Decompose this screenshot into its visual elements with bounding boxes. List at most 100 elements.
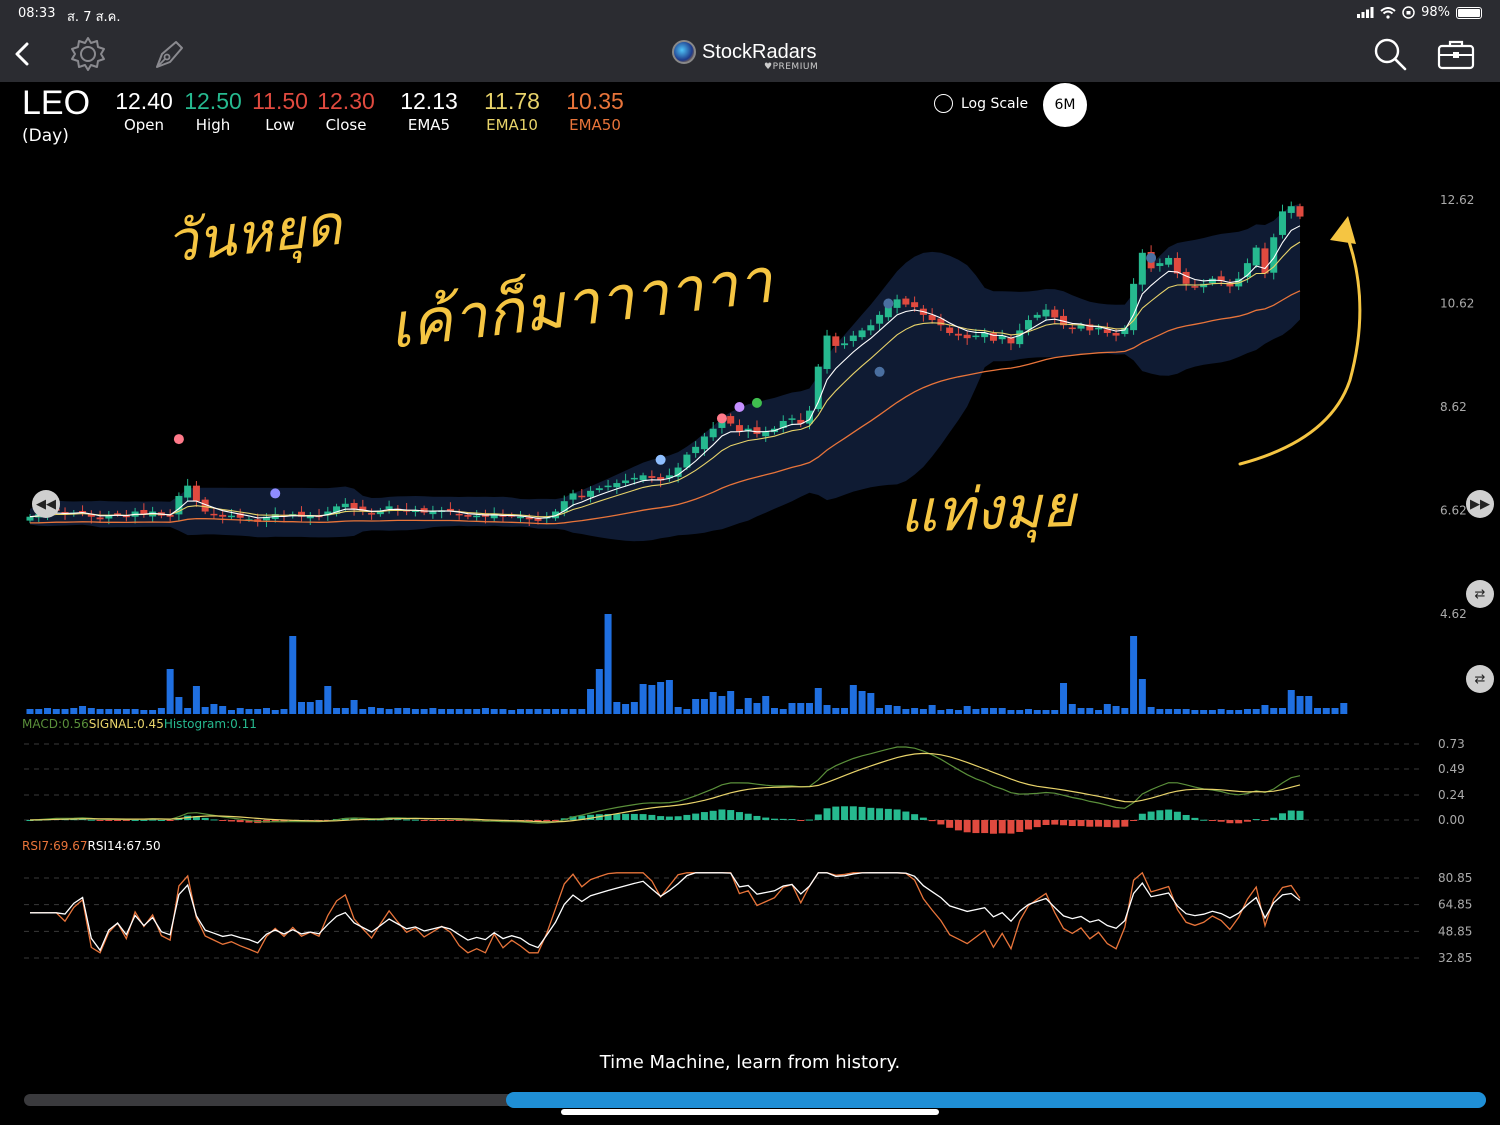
rsi-axis-label: 80.85 [1438,871,1472,885]
candle-body [639,475,647,481]
volume-bar [385,709,393,714]
macd-histogram-bar [867,807,875,820]
macd-histogram-bar [692,813,700,820]
candle-body [26,516,34,521]
quote-ema50: 10.35 EMA50 [560,88,630,134]
volume-bar [306,702,314,714]
volume-bar [254,709,262,714]
volume-bar [280,709,288,714]
candle-body [210,513,218,516]
volume-bar [1182,709,1190,714]
volume-bar [1130,636,1138,714]
macd-histogram-bar [1252,819,1260,821]
price-axis-label: 8.62 [1440,400,1467,414]
search-icon [1374,38,1407,71]
volume-bar [1243,709,1251,714]
settings-button[interactable] [68,34,108,74]
volume-bar [1156,709,1164,714]
volume-bar [227,710,235,714]
candle-body [1287,206,1295,213]
volume-bar [1252,709,1260,714]
macd-histogram-bar [1173,811,1181,820]
volume-bar [26,709,34,714]
macd-histogram-bar [438,820,446,821]
candle-body [1252,247,1260,266]
macd-histogram-bar [1130,820,1138,821]
volume-bar [1305,696,1313,714]
annotation-candle: แท่งมุย [898,472,1081,548]
volume-bar [1173,709,1181,714]
macd-histogram-bar [227,820,235,822]
macd-histogram-bar [1051,820,1059,825]
volume-bar [1208,710,1216,714]
macd-line [29,746,1301,824]
scroll-forward-button[interactable]: ▶▶ [1466,490,1494,518]
volume-bar [35,709,43,714]
quote-label: EMA5 [407,116,451,134]
fast-forward-icon: ▶▶ [1470,496,1490,512]
swap-indicator-button-2[interactable]: ⇄ [1466,665,1494,693]
volume-bar [1322,708,1330,714]
volume-bar [403,708,411,714]
macd-histogram-bar [709,810,717,820]
volume-bar [262,708,270,714]
briefcase-icon [1437,40,1475,70]
volume-bar [1331,708,1339,714]
volume-bar [613,702,621,714]
macd-histogram-bar [446,820,454,821]
macd-histogram-bar [1016,820,1024,832]
draw-tool-button[interactable] [150,34,190,74]
candle-body [727,416,735,424]
macd-histogram-bar [648,814,656,820]
stock-chart[interactable]: 12.62 10.62 8.62 6.62 4.62 0.73 0.49 0.24 0.00 80… [0,150,1500,1030]
portfolio-button[interactable] [1436,34,1476,74]
macd-histogram-bar [902,811,910,820]
status-right: 98% [1357,5,1482,20]
volume-bar [61,709,69,714]
volume-bar [1235,710,1243,714]
volume-bar [438,709,446,714]
candle-body [1051,309,1059,318]
candle-body [867,325,875,331]
price-axis-label: 6.62 [1440,504,1467,518]
candle-body [841,343,849,346]
macd-histogram-bar [911,814,919,820]
rsi7-value: RSI7:69.67 [22,839,88,853]
macd-histogram-bar [893,809,901,820]
volume-bar [876,708,884,714]
timeline-scroll-thumb[interactable] [506,1092,1486,1108]
search-button[interactable] [1370,34,1410,74]
volume-bar [122,709,130,714]
candle-body [1016,330,1024,345]
volume-bar [954,710,962,714]
macd-histogram-bar [989,820,997,834]
macd-histogram-bar [727,810,735,820]
swap-indicator-button[interactable]: ⇄ [1466,580,1494,608]
back-button[interactable] [2,34,42,74]
volume-bar [1121,708,1129,714]
volume-bar [1016,710,1024,714]
volume-bar [87,708,95,714]
range-6m-button[interactable]: 6M [1043,83,1087,127]
wifi-icon [1380,6,1396,19]
volume-bar [534,709,542,714]
annotation-arrowhead [1330,216,1356,244]
candle-body [560,501,568,512]
scroll-back-button[interactable]: ◀◀ [32,490,60,518]
candle-body [823,335,831,369]
macd-histogram-bar [1287,810,1295,820]
log-scale-toggle[interactable]: Log Scale [934,94,1028,113]
candle-body [876,314,884,324]
candle-body [455,513,463,516]
volume-bar [508,710,516,714]
volume-bar [105,709,113,714]
macd-histogram-bar [1191,817,1199,820]
macd-histogram-bar [210,819,218,821]
macd-histogram-bar [166,820,174,821]
status-bar: 08:33 ส. 7 ส.ค. 98% [0,0,1500,26]
candle-body [1007,337,1015,344]
log-scale-label: Log Scale [961,95,1029,112]
candle-body [893,299,901,308]
volume-bar [1086,708,1094,714]
macd-histogram-bar [114,820,122,821]
